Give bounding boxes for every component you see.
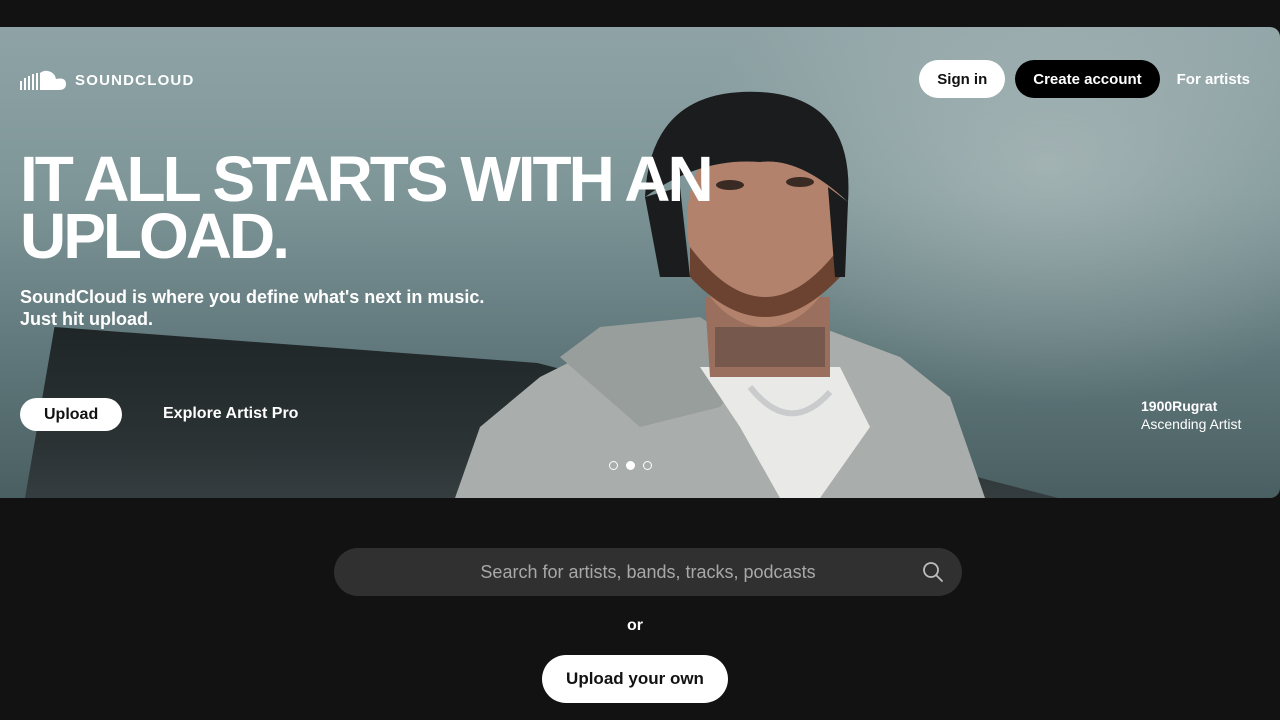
hero-subline-line-2: Just hit upload. xyxy=(20,309,153,329)
upload-your-own-button[interactable]: Upload your own xyxy=(542,655,728,703)
for-artists-link[interactable]: For artists xyxy=(1177,71,1250,88)
carousel-dot-2[interactable] xyxy=(626,461,635,470)
upload-button[interactable]: Upload xyxy=(20,398,123,431)
hero-subline: SoundCloud is where you define what's ne… xyxy=(20,286,484,330)
search-icon[interactable] xyxy=(922,561,944,583)
hero-headline: IT ALL STARTS WITH AN UPLOAD. xyxy=(20,143,714,272)
carousel-dot-1[interactable] xyxy=(609,461,618,470)
or-divider: or xyxy=(627,617,643,634)
search-bar xyxy=(334,548,962,596)
logo-text: SOUNDCLOUD xyxy=(75,71,195,89)
carousel-dot-3[interactable] xyxy=(643,461,652,470)
carousel-dots xyxy=(609,461,652,470)
soundcloud-logo-icon xyxy=(20,70,66,90)
soundcloud-logo[interactable]: SOUNDCLOUD xyxy=(20,69,195,91)
explore-artist-pro-link[interactable]: Explore Artist Pro xyxy=(163,405,298,423)
search-input[interactable] xyxy=(426,560,870,584)
hero-subline-line-1: SoundCloud is where you define what's ne… xyxy=(20,287,485,307)
create-account-button[interactable]: Create account xyxy=(1015,60,1160,98)
hero-banner: SOUNDCLOUD Sign in Create account For ar… xyxy=(0,27,1280,498)
artist-credit[interactable]: 1900Rugrat Ascending Artist xyxy=(1141,397,1241,433)
top-nav: Sign in Create account For artists xyxy=(919,60,1250,98)
sign-in-button[interactable]: Sign in xyxy=(919,60,1006,98)
artist-credit-name: 1900Rugrat xyxy=(1141,398,1218,414)
artist-credit-caption: Ascending Artist xyxy=(1141,416,1242,432)
